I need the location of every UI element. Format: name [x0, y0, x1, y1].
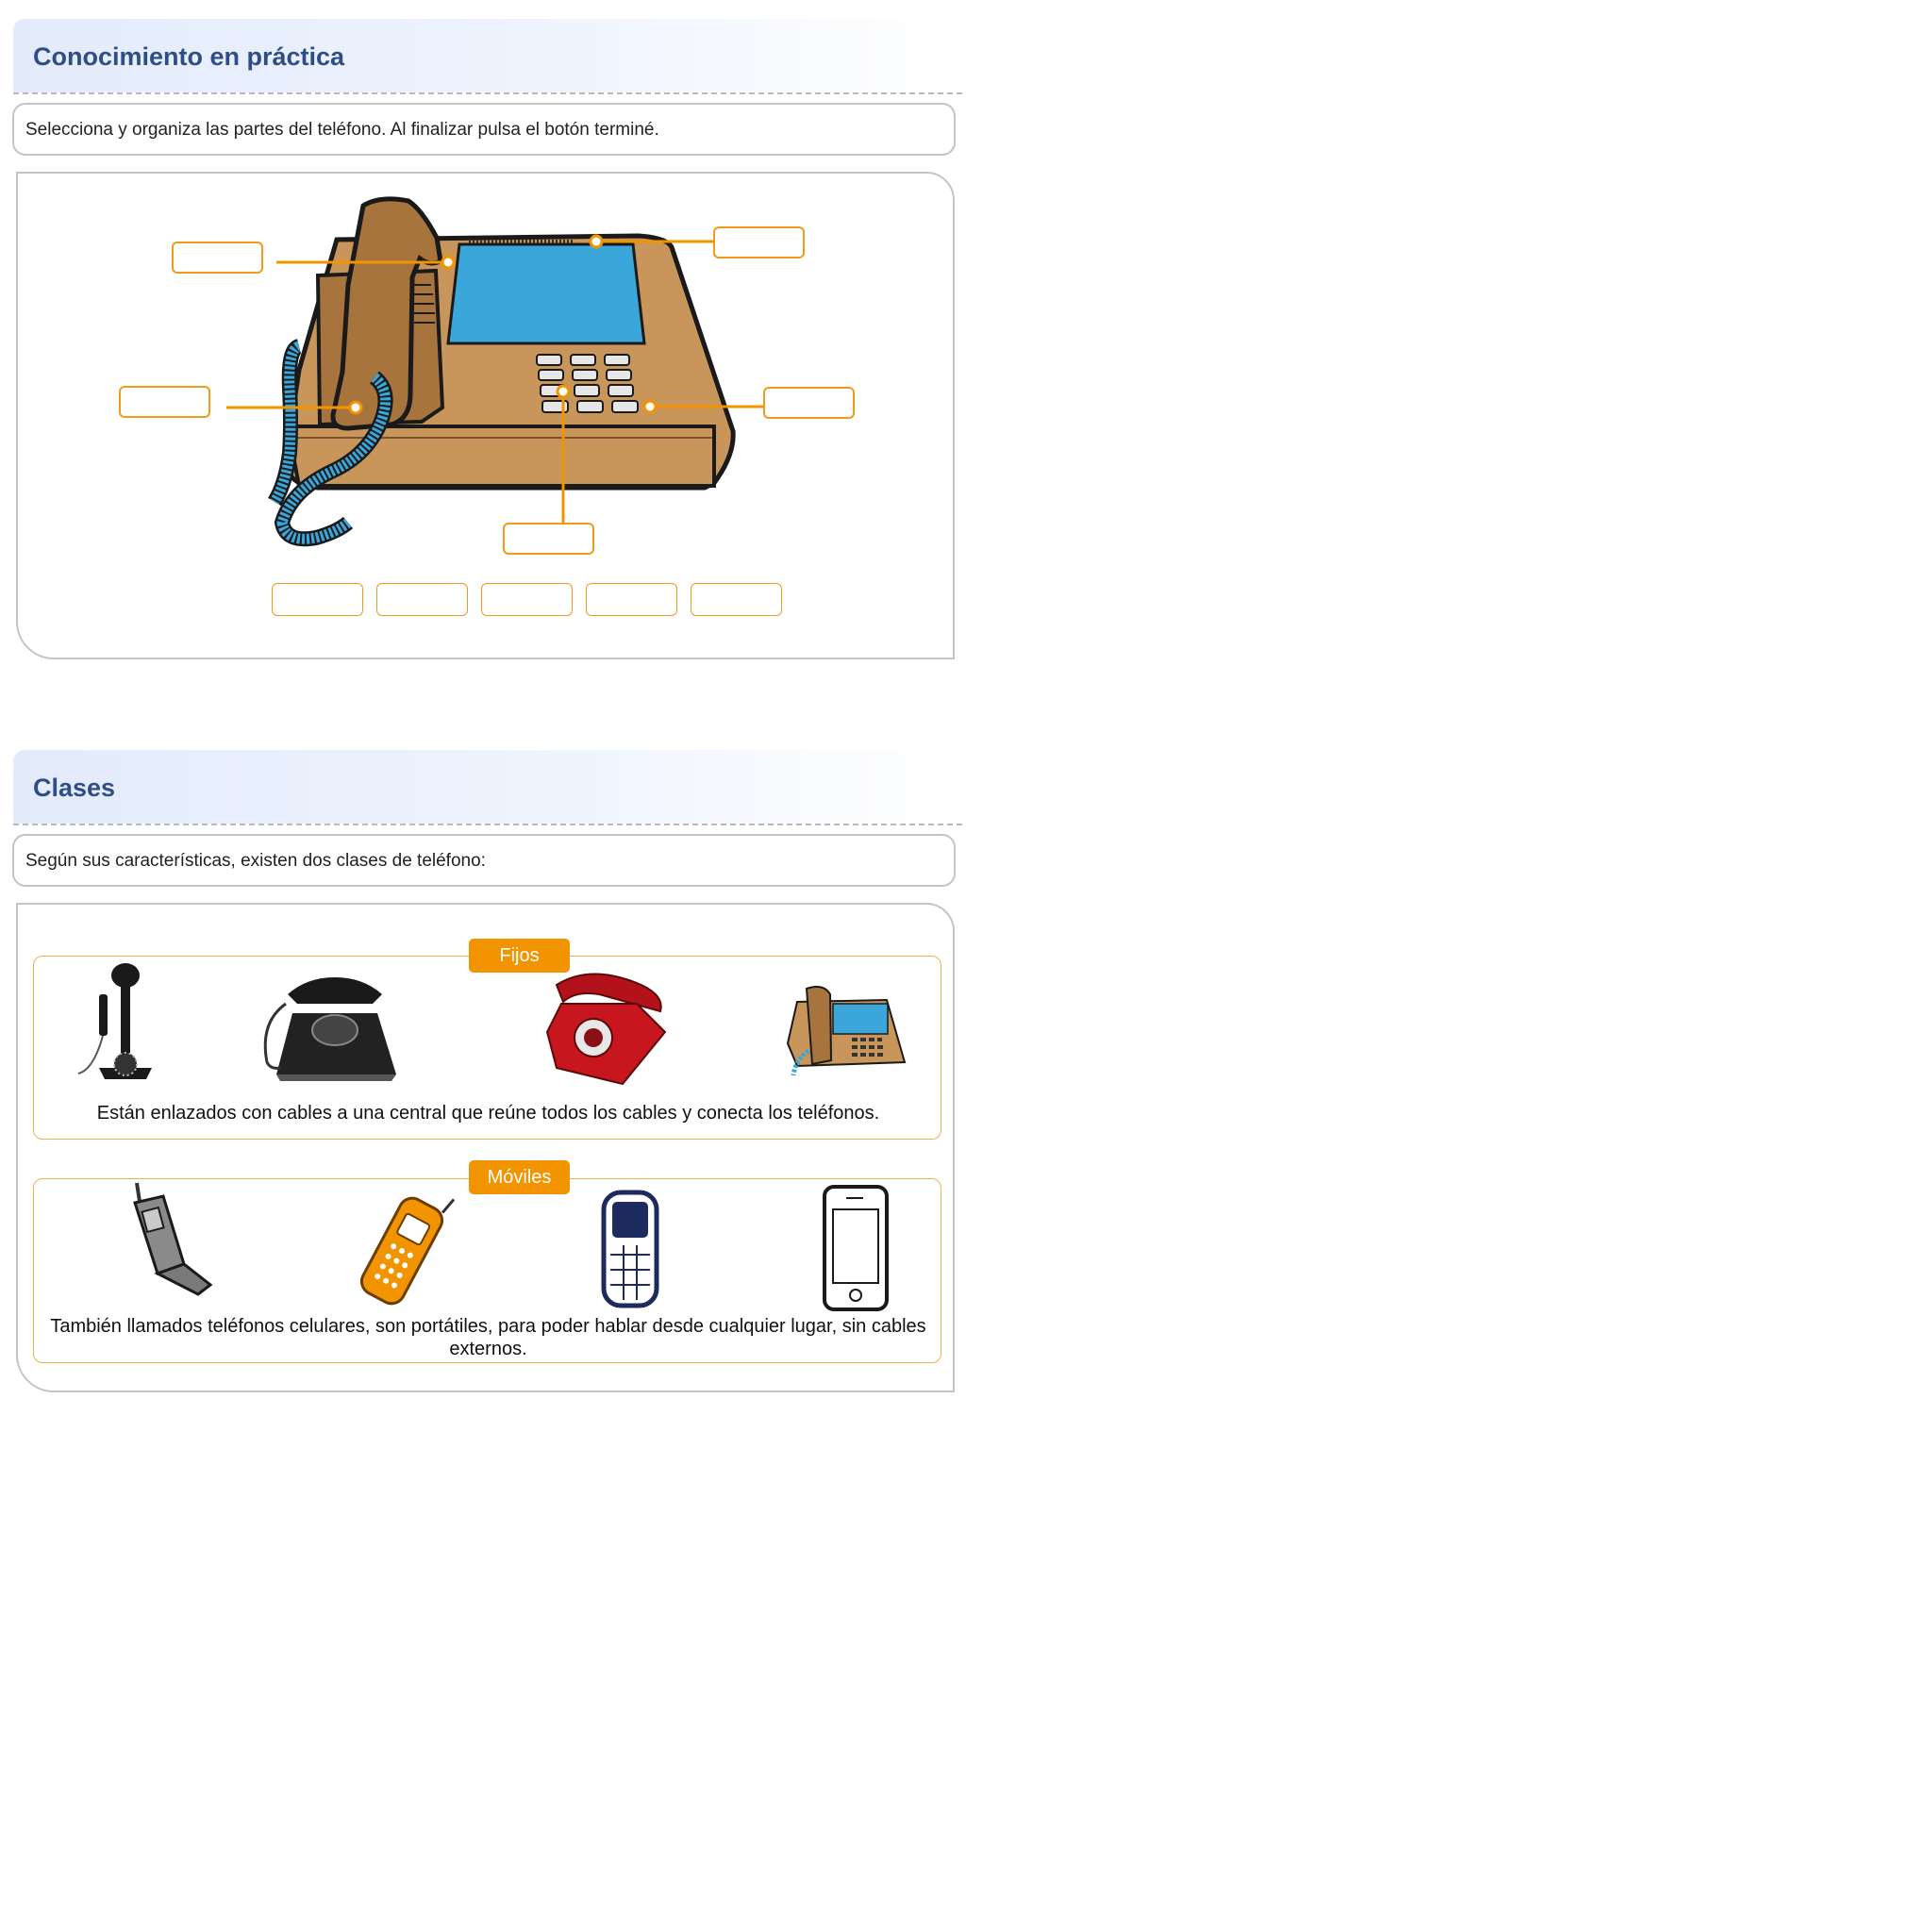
fixed-phones-illustrations [77, 963, 907, 1086]
divider [13, 92, 962, 94]
fixed-phones-description: Están enlazados con cables a una central… [96, 1103, 880, 1124]
mobile-phones-illustrations [133, 1182, 889, 1311]
desk-phone-illustration [268, 196, 736, 547]
instruction-box: Según sus características, existen dos c… [12, 834, 956, 887]
black-rotary-phone-icon [263, 977, 396, 1081]
word-bank-item-4[interactable] [586, 583, 677, 616]
instruction-box: Selecciona y organiza las partes del tel… [12, 103, 956, 156]
activity-panel [16, 172, 955, 659]
smartphone-icon [823, 1185, 889, 1311]
word-bank-item-2[interactable] [376, 583, 468, 616]
mobile-phones-tag: Móviles [469, 1160, 570, 1194]
red-rotary-phone-icon [545, 973, 667, 1086]
flip-phone-icon [133, 1182, 213, 1296]
divider [13, 824, 962, 825]
word-bank-item-5[interactable] [691, 583, 782, 616]
word-bank-item-3[interactable] [481, 583, 573, 616]
label-target-base[interactable] [503, 523, 594, 555]
section-title: Clases [33, 774, 116, 802]
label-target-speaker[interactable] [713, 226, 805, 258]
label-target-cord[interactable] [119, 386, 210, 418]
section-title: Conocimiento en práctica [33, 42, 345, 71]
instruction-text: Selecciona y organiza las partes del tel… [25, 120, 659, 140]
navy-mobile-phone-icon [601, 1190, 659, 1308]
label-target-keypad[interactable] [763, 387, 855, 419]
fixed-phones-group: Están enlazados con cables a una central… [33, 956, 941, 1140]
candlestick-phone-icon [77, 963, 152, 1079]
classes-panel: Están enlazados con cables a una central… [16, 903, 955, 1392]
desk-phone-icon [786, 986, 907, 1076]
label-target-handset[interactable] [172, 242, 263, 274]
orange-mobile-phone-icon [359, 1196, 456, 1306]
section-header-practica: Conocimiento en práctica [13, 19, 957, 92]
mobile-phones-group: También llamados teléfonos celulares, so… [33, 1178, 941, 1363]
fixed-phones-tag: Fijos [469, 939, 570, 973]
section-header-clases: Clases [13, 750, 957, 824]
word-bank-item-1[interactable] [272, 583, 363, 616]
mobile-phones-description: También llamados teléfonos celulares, so… [50, 1316, 926, 1359]
instruction-text: Según sus características, existen dos c… [25, 851, 486, 871]
